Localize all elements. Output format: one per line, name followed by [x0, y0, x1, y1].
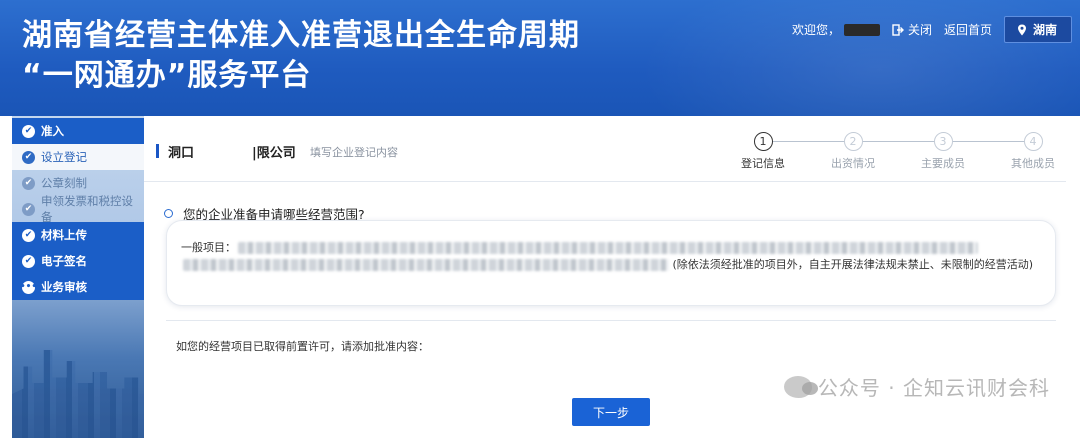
region-selector[interactable]: 湖南	[1003, 16, 1072, 43]
step-2[interactable]: 2 出资情况	[818, 132, 888, 171]
step-number: 2	[843, 132, 863, 151]
step-label: 出资情况	[831, 157, 875, 170]
home-label: 返回首页	[943, 23, 992, 37]
form-title-row: 洞口 |限公司 填写企业登记内容 1 登记信息 2 出资情况 3 主要成员 4 …	[144, 116, 1066, 182]
sidebar-item-label: 准入	[41, 124, 64, 138]
home-link[interactable]: 返回首页	[944, 21, 992, 38]
sidebar-item-label: 业务审核	[41, 280, 87, 294]
check-icon: ✔	[22, 254, 35, 268]
permit-label: 如您的经营项目已取得前置许可，请添加批准内容：	[176, 340, 429, 353]
step-number: 4	[1023, 132, 1043, 151]
sidebar-item-label: 申领发票和税控设备	[41, 194, 133, 224]
sidebar-item-fapiao-shuikong[interactable]: ✔ 申领发票和税控设备	[12, 194, 144, 224]
step-number: 1	[753, 132, 773, 151]
step-label: 主要成员	[921, 157, 965, 170]
platform-title-line2: “一网通办”服务平台	[22, 58, 312, 93]
city-skyline-decoration	[12, 350, 156, 438]
step-1[interactable]: 1 登记信息	[728, 132, 798, 171]
check-icon: ✔	[22, 202, 35, 216]
step-label: 登记信息	[741, 157, 785, 170]
left-sidebar: ✔ 准入 ✔ 设立登记 ✔ 公章刻制 ✔ 申领发票和税控设备 ✔ 材料上传 ✔ …	[12, 116, 156, 438]
sidebar-item-cailiao-shangchuan[interactable]: ✔ 材料上传	[12, 222, 144, 248]
platform-title-line1: 湖南省经营主体准入准营退出全生命周期	[22, 18, 580, 53]
close-label: 关闭	[907, 23, 932, 37]
exit-icon	[892, 23, 904, 36]
step-4[interactable]: 4 其他成员	[998, 132, 1068, 171]
check-icon: ✔	[22, 176, 35, 190]
sidebar-item-zhunru[interactable]: ✔ 准入	[12, 118, 144, 144]
header-banner: 湖南省经营主体准入准营退出全生命周期 “一网通办”服务平台 欢迎您， 关闭 返回…	[0, 0, 1080, 116]
progress-steps: 1 登记信息 2 出资情况 3 主要成员 4 其他成员	[728, 132, 1058, 172]
sidebar-item-label: 材料上传	[41, 228, 87, 242]
watermark-text: 公众号 · 企知云讯财会科	[817, 376, 1050, 400]
redacted-username	[843, 23, 880, 36]
form-hint: 填写企业登记内容	[310, 146, 398, 159]
sidebar-item-dianzi-qianming[interactable]: ✔ 电子签名	[12, 248, 144, 274]
scope-note: (除依法须经批准的项目外，自主开展法律法规未禁止、未限制的经营活动)	[672, 258, 1034, 271]
top-toolbar: 欢迎您， 关闭 返回首页 湖南	[792, 16, 1072, 43]
step-number: 3	[933, 132, 953, 151]
check-icon: ✔	[22, 124, 35, 138]
step-3[interactable]: 3 主要成员	[908, 132, 978, 171]
location-pin-icon	[1017, 24, 1026, 35]
wechat-icon	[783, 375, 818, 398]
region-label: 湖南	[1032, 23, 1057, 37]
welcome-text: 欢迎您，	[792, 21, 880, 38]
section-divider	[166, 320, 1056, 321]
close-link[interactable]: 关闭	[892, 21, 932, 38]
sidebar-item-yewu-shenhe[interactable]: ••• 业务审核	[12, 274, 144, 300]
welcome-label: 欢迎您，	[791, 23, 840, 37]
sidebar-item-label: 设立登记	[41, 150, 87, 164]
blurred-scope-text	[183, 259, 669, 271]
next-step-button[interactable]: 下一步	[572, 398, 650, 426]
check-icon: ✔	[22, 150, 35, 164]
watermark: 公众号 · 企知云讯财会科	[783, 372, 1050, 401]
scope-label: 一般项目：	[181, 241, 236, 254]
company-name-part2: |限公司	[252, 146, 296, 161]
business-scope-box[interactable]: 一般项目： (除依法须经批准的项目外，自主开展法律法规未禁止、未限制的经营活动)	[166, 220, 1056, 306]
more-dots-icon: •••	[19, 280, 38, 294]
sidebar-item-sheli-dengji[interactable]: ✔ 设立登记	[12, 144, 144, 170]
sidebar-item-label: 电子签名	[41, 254, 87, 268]
company-name-part1: 洞口	[168, 146, 195, 161]
check-icon: ✔	[22, 228, 35, 242]
circle-bullet-icon	[164, 209, 173, 218]
title-marker	[156, 144, 159, 158]
blurred-scope-text	[238, 242, 978, 254]
step-label: 其他成员	[1011, 157, 1055, 170]
sidebar-item-label: 公章刻制	[41, 176, 87, 190]
